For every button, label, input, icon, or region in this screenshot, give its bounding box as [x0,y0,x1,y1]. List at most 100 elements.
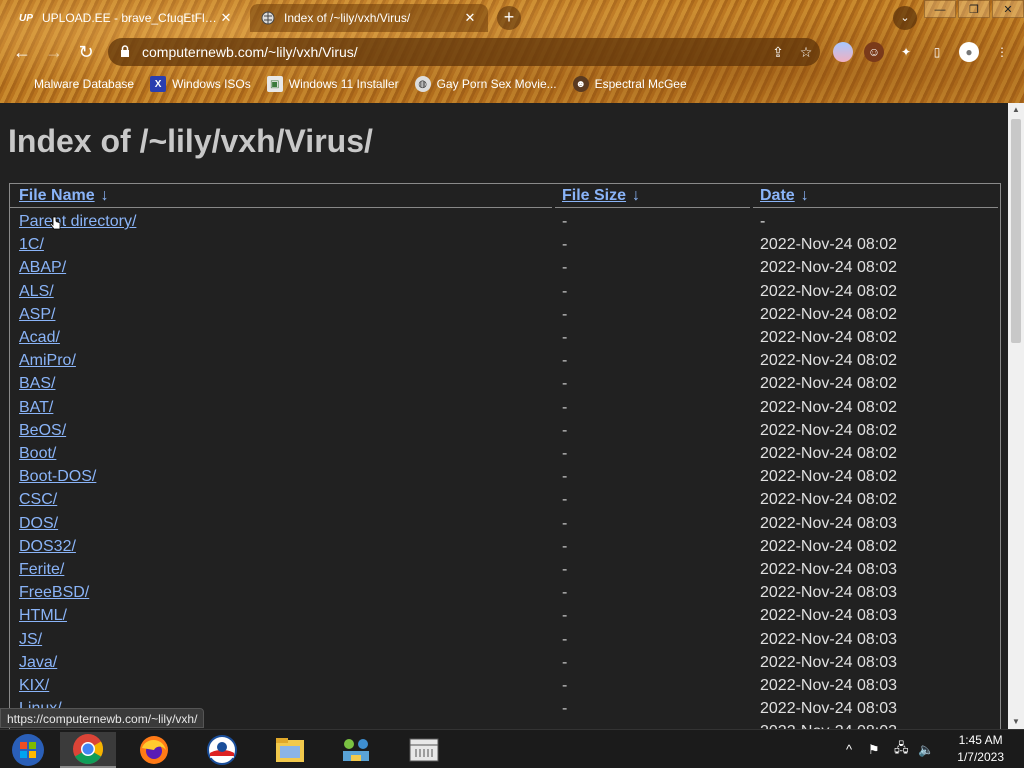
file-size-cell: - [562,561,568,578]
directory-link[interactable]: KIX/ [19,677,49,695]
directory-listing: File Name ↓ File Size ↓ Date ↓ Parent direc… [9,183,1001,729]
network-people-icon[interactable] [328,732,384,768]
flag-icon[interactable]: ⚑ [868,730,880,768]
scroll-thumb[interactable] [1011,119,1021,343]
directory-link[interactable]: AmiPro/ [19,352,76,370]
back-arrow-icon[interactable]: ← [10,40,34,64]
directory-link[interactable]: DOS/ [19,515,58,533]
column-header-file-size[interactable]: File Size ↓ [562,187,640,207]
directory-link[interactable]: ABAP/ [19,259,66,277]
directory-link[interactable]: Acad/ [19,329,60,347]
new-tab-button[interactable]: + [497,6,521,30]
column-header-date[interactable]: Date ↓ [760,187,809,207]
directory-link[interactable]: Parent directory/ [19,213,136,231]
network-icon[interactable]: 🖧 [894,730,909,768]
bookmark-windows-isos[interactable]: X Windows ISOs [150,76,251,92]
date-cell: 2022-Nov-24 08:02 [760,236,897,254]
window-controls: — ❐ ✕ [922,0,1024,18]
tab-title: Index of /~lily/vxh/Virus/ [284,11,411,25]
date-cell: 2022-Nov-24 08:03 [760,561,897,578]
table-row: BeOS/ - 2022-Nov-24 08:02 [10,420,1000,443]
url-text[interactable]: computernewb.com/~lily/vxh/Virus/ [142,44,764,60]
menu-kebab-icon[interactable]: ⋮ [992,42,1012,62]
bookmark-malware-database[interactable]: Malware Database [12,76,134,92]
folder-icon [12,76,28,92]
directory-link[interactable]: CSC/ [19,491,57,509]
tab-index-virus[interactable]: Index of /~lily/vxh/Virus/ ✕ [250,4,488,32]
date-cell: 2022-Nov-24 08:02 [760,468,897,486]
windows-start-icon[interactable] [0,732,56,768]
tab-upload-ee[interactable]: UP UPLOAD.EE - brave_CfuqEtFlJr... ✕ [8,4,244,32]
directory-link[interactable]: JS/ [19,631,42,649]
tab-close-icon[interactable]: ✕ [218,10,234,26]
directory-link[interactable]: HTML/ [19,607,67,625]
sort-by-size-link[interactable]: File Size [562,187,626,204]
minimize-button[interactable]: — [924,0,956,18]
file-size-cell: - [562,305,568,323]
directory-link[interactable]: BeOS/ [19,422,66,440]
directory-link[interactable]: Boot/ [19,445,56,463]
lock-icon[interactable] [120,44,134,60]
directory-link[interactable]: FreeBSD/ [19,584,89,602]
system-clock[interactable]: 1:45 AM 1/7/2023 [957,732,1004,766]
firefox-icon[interactable] [126,732,182,768]
table-row: ALS/ - 2022-Nov-24 08:02 [10,281,1000,304]
side-panel-icon[interactable]: ▯ [927,42,947,62]
address-bar[interactable]: computernewb.com/~lily/vxh/Virus/ ⇪ ☆ [108,38,820,66]
archive-icon[interactable] [396,732,452,768]
file-size-cell: - [562,700,568,718]
file-explorer-icon[interactable] [262,732,318,768]
directory-link[interactable]: Boot-DOS/ [19,468,96,486]
directory-link[interactable]: 1C/ [19,236,44,254]
file-size-cell: - [562,398,568,416]
extensions-puzzle-icon[interactable]: ✦ [896,42,916,62]
directory-link[interactable]: DOS32/ [19,538,76,556]
extension-avatar-icon[interactable]: ☺ [864,42,884,62]
upload-favicon-icon: UP [19,12,33,24]
directory-link[interactable]: Java/ [19,654,57,672]
directory-link[interactable]: ASP/ [19,306,55,324]
x-logo-icon: X [150,76,167,92]
sort-by-date-link[interactable]: Date [760,187,795,204]
bookmark-espectral-mcgee[interactable]: ☻ Espectral McGee [572,76,687,92]
directory-link[interactable]: Ferite/ [19,561,64,579]
volume-icon[interactable]: 🔈 [918,730,934,768]
share-icon[interactable]: ⇪ [764,44,792,61]
column-header-file-name[interactable]: File Name ↓ [19,187,109,207]
directory-link[interactable]: BAS/ [19,375,55,393]
scroll-down-icon[interactable]: ▼ [1008,715,1024,729]
date-cell: 2022-Nov-24 08:02 [760,259,897,277]
sort-arrow-icon[interactable]: ↓ [632,187,640,204]
browser-chrome: UP UPLOAD.EE - brave_CfuqEtFlJr... ✕ Ind… [0,0,1024,103]
tab-search-button[interactable]: ⌄ [893,6,917,30]
forward-arrow-icon[interactable]: → [42,40,66,64]
file-size-cell: - [562,352,568,370]
scroll-up-icon[interactable]: ▲ [1008,103,1024,117]
sort-arrow-icon[interactable]: ↓ [101,187,109,204]
file-size-cell: - [562,259,568,277]
file-size-cell: - [562,607,568,625]
page-scrollbar[interactable]: ▲ ▼ [1008,103,1024,729]
close-window-button[interactable]: ✕ [992,0,1024,18]
directory-link[interactable]: BAT/ [19,399,53,417]
directory-link[interactable]: ALS/ [19,283,54,301]
sort-arrow-icon[interactable]: ↓ [801,187,809,204]
sort-by-name-link[interactable]: File Name [19,187,95,204]
table-row: ASP/ - 2022-Nov-24 08:02 [10,304,1000,327]
table-row: DOS/ - 2022-Nov-24 08:03 [10,513,1000,536]
tab-close-icon[interactable]: ✕ [462,10,478,26]
file-size-cell: - [562,236,568,254]
file-size-cell: - [562,630,568,648]
date-cell: 2022-Nov-24 08:02 [760,491,897,509]
chrome-icon[interactable] [60,732,116,768]
bookmark-star-icon[interactable]: ☆ [792,44,820,61]
obama-logo-icon[interactable] [194,732,250,768]
date-cell: 2022-Nov-24 08:03 [760,607,897,625]
extension-flag-icon[interactable] [833,42,853,62]
restore-button[interactable]: ❐ [958,0,990,18]
profile-icon[interactable]: ● [959,42,979,62]
show-hidden-icons[interactable]: ^ [846,730,852,768]
bookmark-windows-11-installer[interactable]: ▣ Windows 11 Installer [266,76,399,92]
bookmark-gay-porn-sex-movie[interactable]: ◍ Gay Porn Sex Movie... [414,76,557,92]
reload-icon[interactable]: ↻ [74,40,98,64]
